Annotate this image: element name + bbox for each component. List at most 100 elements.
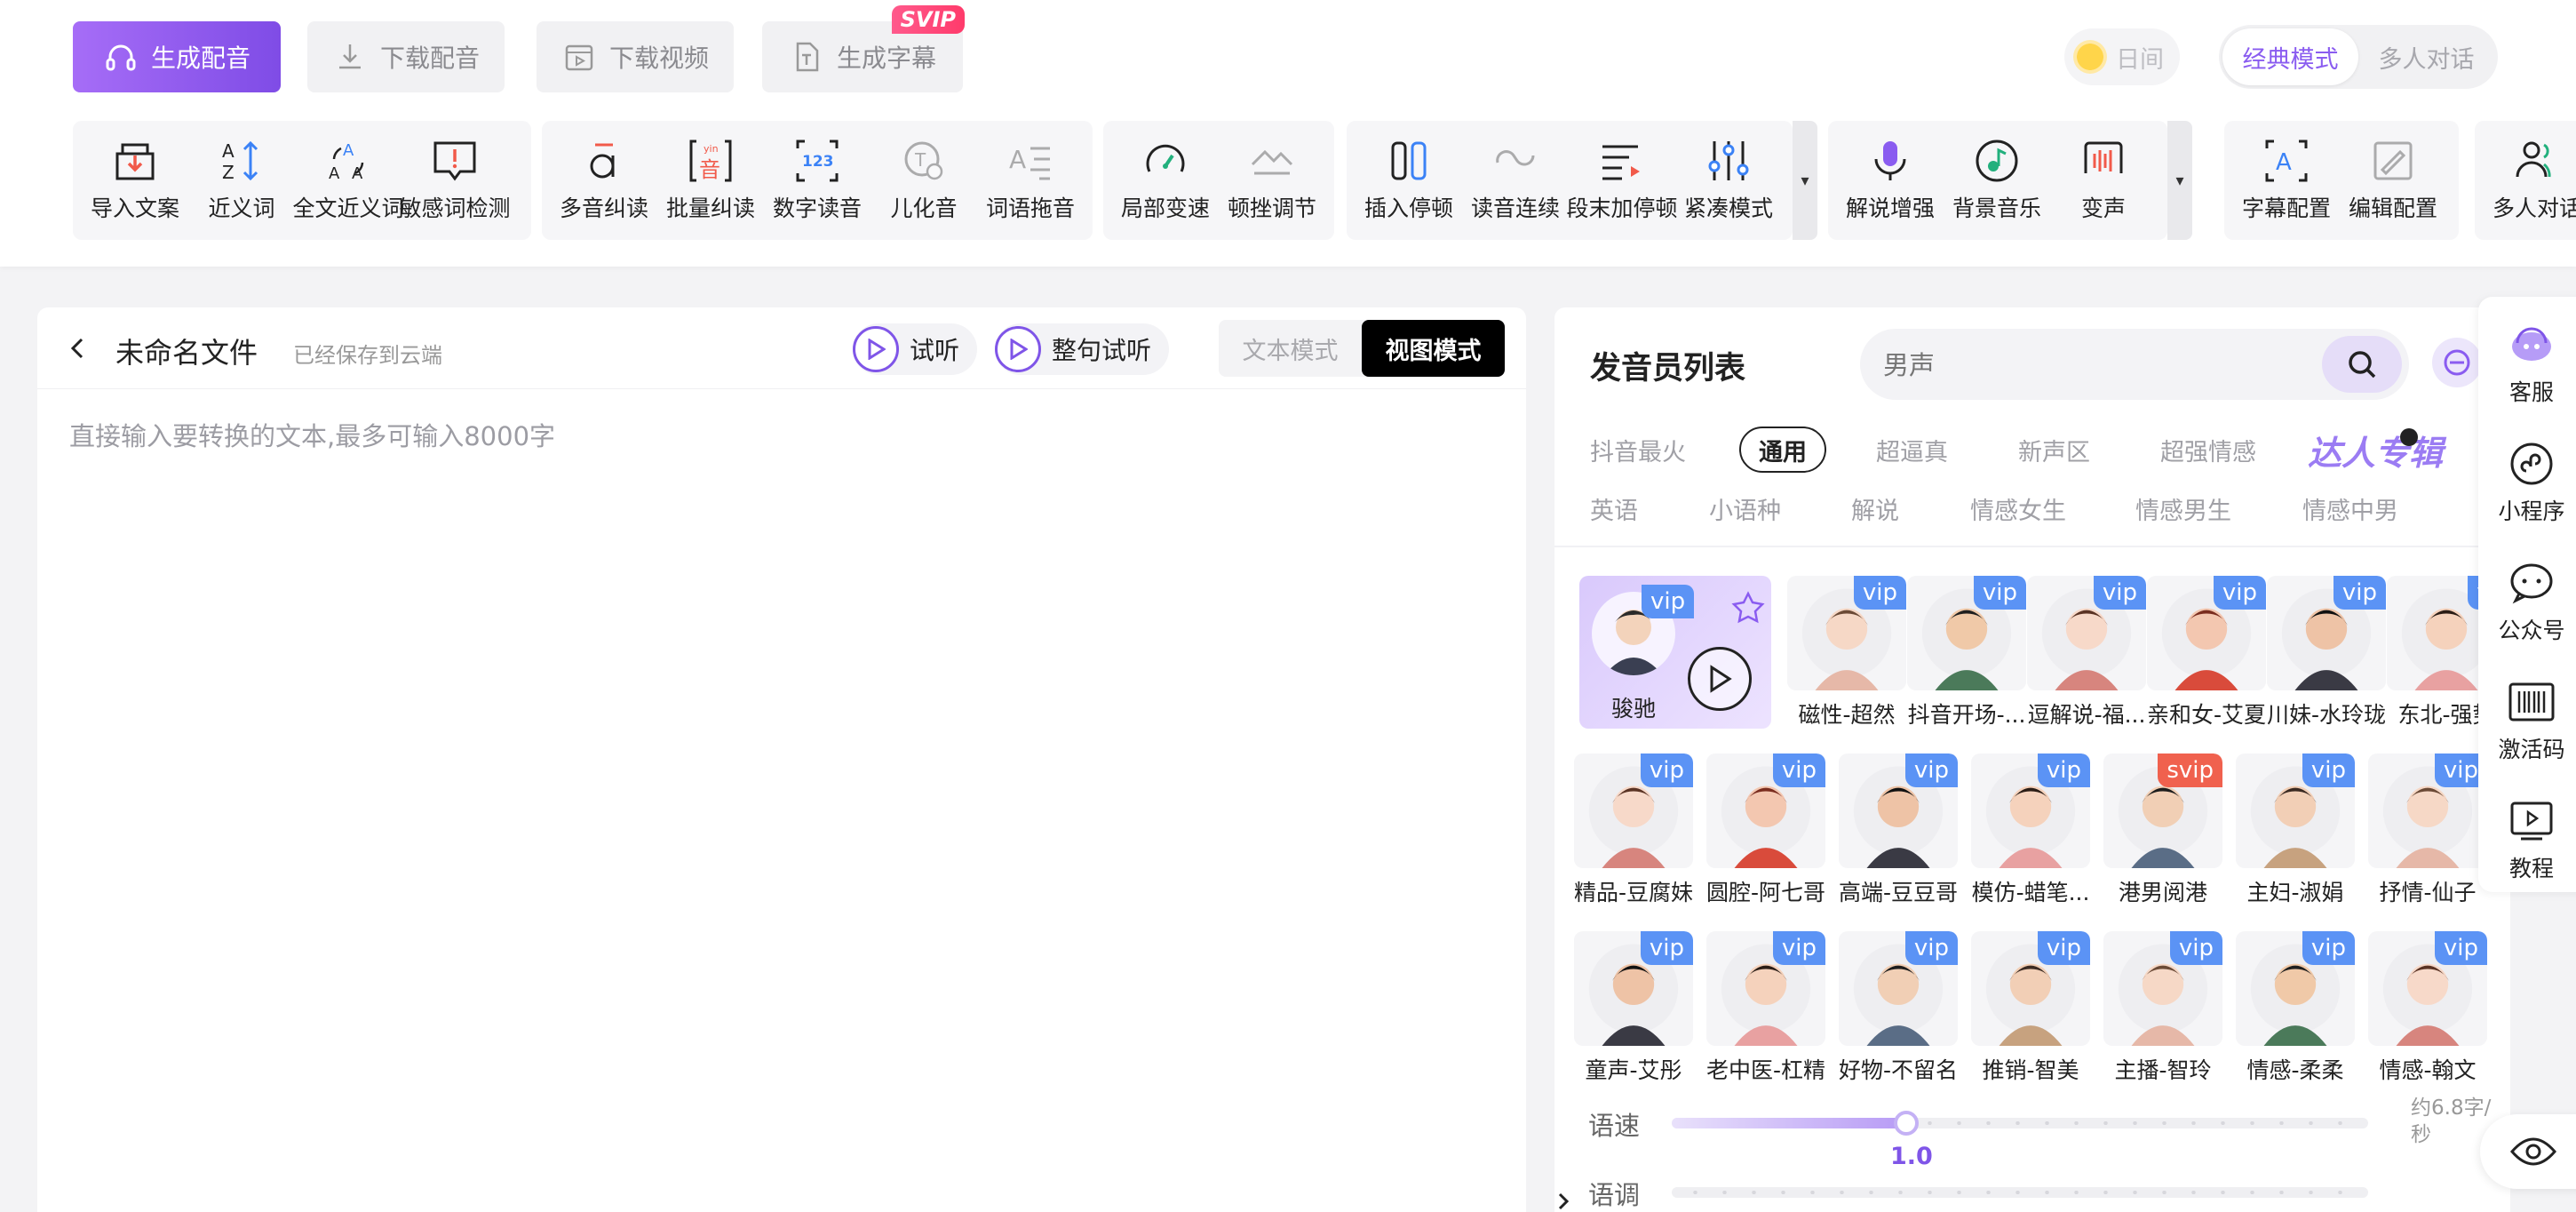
tool-edit-config[interactable]: 编辑配置 [2340,127,2446,234]
category-tab[interactable]: 情感女生 [1970,485,2066,531]
generate-subtitles-button[interactable]: 生成字幕 SVIP [762,5,965,92]
voice-card[interactable]: vip 主妇-淑娟 [2236,754,2355,906]
preview-button[interactable]: 试听 [853,323,978,375]
activation-code-button[interactable]: 激活码 [2478,663,2576,778]
category-tab-expert-album[interactable]: 达人专辑 [2308,427,2443,473]
toolbar-expand-caret[interactable]: ▾ [2167,121,2192,240]
voice-card[interactable]: vip 磁性-超然 [1787,576,1906,729]
vip-badge: vip [1642,585,1695,618]
tool-drag-sound[interactable]: A 词语拖音 [977,127,1084,234]
tool-compact-mode[interactable]: 紧凑模式 [1675,127,1782,234]
voice-card[interactable]: vip 亲和女-艾夏 [2147,576,2266,729]
toggle-visibility-button[interactable] [2480,1114,2576,1189]
customer-service-button[interactable]: 客服 [2478,306,2576,421]
svg-text:A: A [2276,149,2292,176]
category-tab[interactable]: 抖音最火 [1590,427,1686,473]
selected-voice-card[interactable]: vip 骏驰 [1579,576,1771,729]
expand-arrow-icon[interactable] [1554,1191,1572,1212]
download-video-button[interactable]: 下载视频 [537,21,734,92]
category-tab[interactable]: 小语种 [1709,485,1781,531]
file-title[interactable]: 未命名文件 [115,331,258,371]
category-tab[interactable]: 新声区 [2018,427,2090,473]
mini-program-button[interactable]: 小程序 [2478,425,2576,540]
search-button[interactable] [2322,336,2402,393]
tool-subtitle-config[interactable]: A 字幕配置 [2233,127,2340,234]
category-tab[interactable]: 通用 [1739,427,1826,473]
toolbar-expand-caret[interactable]: ▾ [1793,121,1817,240]
back-arrow-icon[interactable] [64,332,91,364]
pitch-label: 语调 [1588,1180,1641,1210]
filter-button[interactable] [2432,338,2482,387]
tool-label: 全文近义词 [292,195,404,221]
tool-import-text[interactable]: 导入文案 [82,127,188,234]
voice-card[interactable]: vip 推销-智美 [1971,931,2090,1084]
voice-search-input[interactable] [1883,350,2292,380]
full-preview-button[interactable]: 整句试听 [995,323,1170,375]
tool-insert-pause[interactable]: 插入停顿 [1356,127,1462,234]
tutorial-button[interactable]: 教程 [2478,782,2576,897]
voice-card[interactable]: vip 精品-豆腐妹 [1574,754,1693,906]
category-tab[interactable]: 解说 [1851,485,1899,531]
tool-full-synonym[interactable]: AAA 全文近义词 [292,127,404,234]
editor-header: 未命名文件 已经保存到云端 试听 整句试听 文本模式 视图模式 [37,307,1526,389]
tool-label: 敏感词检测 [399,195,511,221]
category-tab[interactable]: 情感中男 [2302,485,2398,531]
voice-card[interactable]: vip 逗解说-福... [2027,576,2146,729]
favorite-star-icon[interactable] [1730,590,1766,626]
voice-search-box [1860,329,2409,400]
pitch-slider[interactable] [1672,1187,2368,1198]
text-input-area[interactable]: 直接输入要转换的文本,最多可输入8000字 [69,416,555,453]
tool-local-speed[interactable]: 局部变速 [1112,127,1219,234]
text-mode-tab[interactable]: 文本模式 [1219,320,1362,377]
vip-badge: vip [2213,576,2266,610]
import-icon [115,143,155,180]
sun-icon [2073,40,2107,74]
play-icon [995,326,1041,372]
tool-rhythm[interactable]: 顿挫调节 [1219,127,1325,234]
play-voice-button[interactable] [1688,647,1752,711]
float-label: 激活码 [2498,737,2565,762]
voice-card[interactable]: vip 抖音开场-... [1907,576,2026,729]
category-tab[interactable]: 英语 [1590,485,1638,531]
voice-card[interactable]: vip 情感-柔柔 [2236,931,2355,1084]
generate-voice-button[interactable]: 生成配音 [73,21,281,92]
tool-synonym[interactable]: AZ 近义词 [188,127,295,234]
voice-card[interactable]: vip 主播-智玲 [2103,931,2222,1084]
category-tab[interactable]: 情感男生 [2135,485,2231,531]
voice-card[interactable]: vip 老中医-杠精 [1706,931,1825,1084]
tool-number-reading[interactable]: 123 数字读音 [764,127,871,234]
tool-multi-dialogue[interactable]: 多人对话 [2484,127,2576,234]
voice-name: 磁性-超然 [1798,702,1896,729]
vip-badge: vip [2333,576,2386,610]
voice-card[interactable]: vip 川妹-水玲珑 [2267,576,2386,729]
category-tab[interactable]: 超逼真 [1876,427,1948,473]
tool-background-music[interactable]: 背景音乐 [1944,127,2050,234]
voice-name: 精品-豆腐妹 [1573,880,1694,906]
speed-slider[interactable] [1672,1111,2368,1136]
download-audio-button[interactable]: 下载配音 [307,21,505,92]
tool-batch-correct[interactable]: yin 音 批量纠读 [657,127,764,234]
category-tab[interactable]: 超强情感 [2160,427,2256,473]
voice-card[interactable]: vip 好物-不留名 [1839,931,1958,1084]
multi-dialogue-tab[interactable]: 多人对话 [2358,28,2494,85]
official-account-button[interactable]: 公众号 [2478,544,2576,659]
speed-slider-thumb[interactable] [1894,1111,1919,1136]
day-mode-toggle[interactable]: 日间 [2064,28,2180,85]
tool-paragraph-pause[interactable]: 段末加停顿 [1567,127,1678,234]
tool-commentary-enhance[interactable]: 解说增强 [1837,127,1944,234]
classic-mode-tab[interactable]: 经典模式 [2222,28,2358,85]
tool-erhua[interactable]: T 儿化音 [871,127,977,234]
voice-card[interactable]: vip 童声-艾彤 [1574,931,1693,1084]
category-row: 抖音最火 通用 超逼真 新声区 超强情感 达人专辑 [1554,423,2510,476]
voice-card[interactable]: vip 圆腔-阿七哥 [1706,754,1825,906]
voice-card[interactable]: vip 抒情-仙子 [2368,754,2487,906]
view-mode-tab[interactable]: 视图模式 [1362,320,1505,377]
voice-card[interactable]: vip 情感-翰文 [2368,931,2487,1084]
tool-sensitive-check[interactable]: 敏感词检测 [399,127,511,234]
tool-voice-change[interactable]: 变声 [2050,127,2157,234]
voice-card[interactable]: vip 高端-豆豆哥 [1839,754,1958,906]
voice-card[interactable]: svip 港男阅港 [2103,754,2222,906]
tool-polyphone[interactable]: 多音纠读 [551,127,657,234]
voice-card[interactable]: vip 模仿-蜡笔... [1971,754,2090,906]
tool-continuous-reading[interactable]: 读音连续 [1462,127,1569,234]
